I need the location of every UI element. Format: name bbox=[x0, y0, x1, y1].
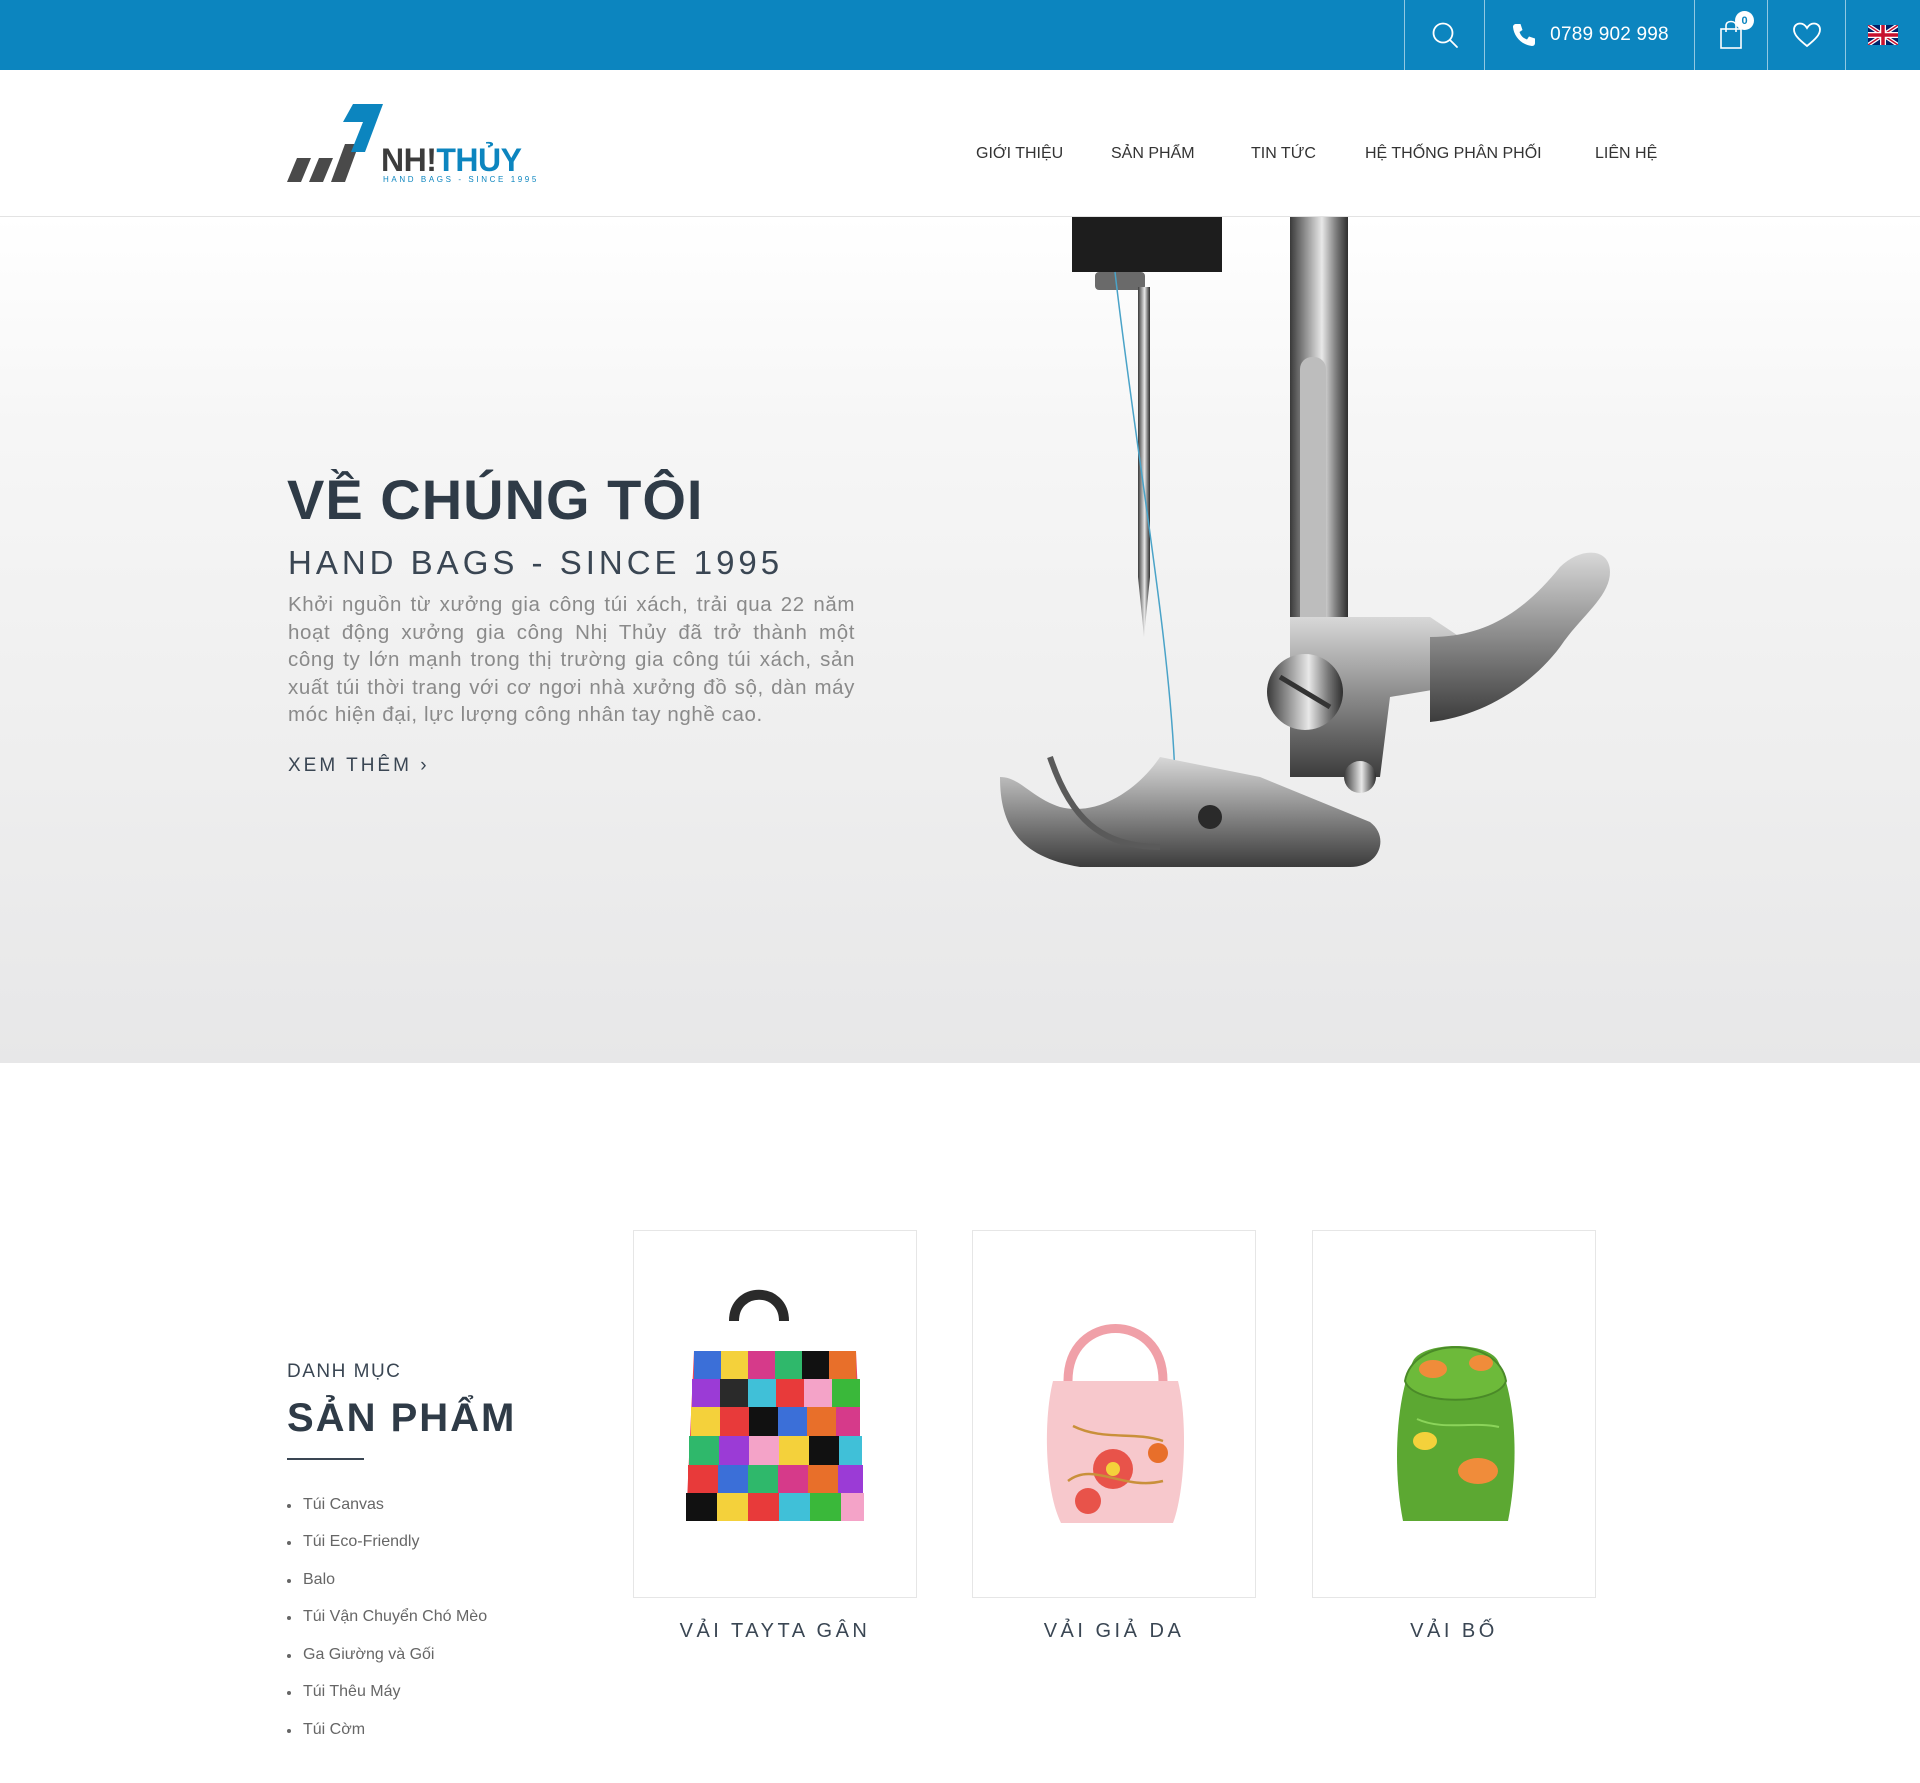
top-bar: 0789 902 998 0 bbox=[0, 0, 1920, 70]
cart-count-badge: 0 bbox=[1735, 11, 1754, 30]
search-icon bbox=[1432, 22, 1458, 48]
product-card[interactable] bbox=[1312, 1230, 1596, 1598]
product-image-green-backpack bbox=[1397, 1346, 1515, 1521]
nav-item-about[interactable]: GIỚI THIỆU bbox=[976, 145, 1063, 163]
wishlist-button[interactable] bbox=[1767, 0, 1845, 70]
category-item-label: Túi Cờm bbox=[303, 1720, 366, 1738]
logo-wordmark-secondary: THỦY bbox=[436, 142, 522, 178]
bullet-icon bbox=[287, 1728, 291, 1733]
category-item-label: Ga Giường và Gối bbox=[303, 1645, 435, 1663]
hero-description: Khởi nguồn từ xưởng gia công túi xách, t… bbox=[288, 593, 855, 726]
category-label: DANH MỤC bbox=[287, 1361, 402, 1382]
category-list: Túi Canvas Túi Eco-Friendly Balo Túi Vận… bbox=[287, 1486, 487, 1749]
language-switcher[interactable] bbox=[1845, 0, 1920, 70]
uk-flag-icon bbox=[1868, 25, 1898, 45]
category-item[interactable]: Túi Thêu Máy bbox=[287, 1674, 487, 1712]
heart-icon bbox=[1792, 22, 1821, 48]
title-underline bbox=[287, 1458, 364, 1460]
search-button[interactable] bbox=[1404, 0, 1484, 70]
category-item[interactable]: Balo bbox=[287, 1561, 487, 1599]
product-name[interactable]: VẢI TAYTA GÂN bbox=[633, 1620, 917, 1643]
bullet-icon bbox=[287, 1653, 291, 1658]
read-more-link[interactable]: XEM THÊM › bbox=[288, 755, 430, 777]
hero-title: VỀ CHÚNG TÔI bbox=[287, 468, 704, 531]
bullet-icon bbox=[287, 1578, 291, 1583]
category-item-label: Balo bbox=[303, 1570, 336, 1588]
category-item-label: Túi Eco-Friendly bbox=[303, 1533, 420, 1551]
site-logo[interactable]: NH!THỦY HAND BAGS - SINCE 1995 bbox=[287, 104, 536, 184]
product-name[interactable]: VẢI GIẢ DA bbox=[972, 1620, 1256, 1643]
category-item-label: Túi Canvas bbox=[303, 1495, 384, 1513]
logo-tagline: HAND BAGS - SINCE 1995 bbox=[383, 175, 539, 184]
nav-item-products[interactable]: SẢN PHẨM bbox=[1111, 145, 1195, 163]
category-item[interactable]: Túi Eco-Friendly bbox=[287, 1524, 487, 1562]
product-image-patchwork-bag bbox=[686, 1289, 864, 1521]
bullet-icon bbox=[287, 1541, 291, 1546]
sewing-machine-image bbox=[1000, 217, 1610, 867]
product-card[interactable] bbox=[633, 1230, 917, 1598]
category-item[interactable]: Túi Canvas bbox=[287, 1486, 487, 1524]
bullet-icon bbox=[287, 1691, 291, 1696]
category-item[interactable]: Túi Cờm bbox=[287, 1711, 487, 1749]
category-title: SẢN PHẨM bbox=[287, 1396, 517, 1440]
phone-link[interactable]: 0789 902 998 bbox=[1484, 0, 1694, 70]
site-header: NH!THỦY HAND BAGS - SINCE 1995 GIỚI THIỆ… bbox=[0, 70, 1920, 217]
cart-button[interactable]: 0 bbox=[1694, 0, 1767, 70]
nav-item-distribution[interactable]: HỆ THỐNG PHÂN PHỐI bbox=[1365, 145, 1542, 163]
nav-item-contact[interactable]: LIÊN HỆ bbox=[1595, 145, 1657, 163]
category-item-label: Túi Vận Chuyển Chó Mèo bbox=[303, 1608, 488, 1626]
product-card[interactable] bbox=[972, 1230, 1256, 1598]
category-item[interactable]: Túi Vận Chuyển Chó Mèo bbox=[287, 1599, 487, 1637]
logo-mark-icon bbox=[287, 104, 383, 182]
category-item-label: Túi Thêu Máy bbox=[303, 1683, 401, 1701]
hero-subtitle: HAND BAGS - SINCE 1995 bbox=[288, 544, 784, 581]
product-name[interactable]: VẢI BỐ bbox=[1312, 1620, 1596, 1643]
phone-icon bbox=[1513, 24, 1536, 46]
hero-section: VỀ CHÚNG TÔI HAND BAGS - SINCE 1995 Khởi… bbox=[0, 217, 1920, 1063]
bullet-icon bbox=[287, 1616, 291, 1621]
nav-item-news[interactable]: TIN TỨC bbox=[1251, 145, 1316, 163]
logo-wordmark: NH!THỦY bbox=[381, 142, 522, 178]
bullet-icon bbox=[287, 1503, 291, 1508]
category-item[interactable]: Ga Giường và Gối bbox=[287, 1636, 487, 1674]
product-image-pink-bag bbox=[1046, 1324, 1185, 1523]
phone-number: 0789 902 998 bbox=[1550, 24, 1669, 45]
logo-wordmark-primary: NH! bbox=[381, 142, 437, 178]
